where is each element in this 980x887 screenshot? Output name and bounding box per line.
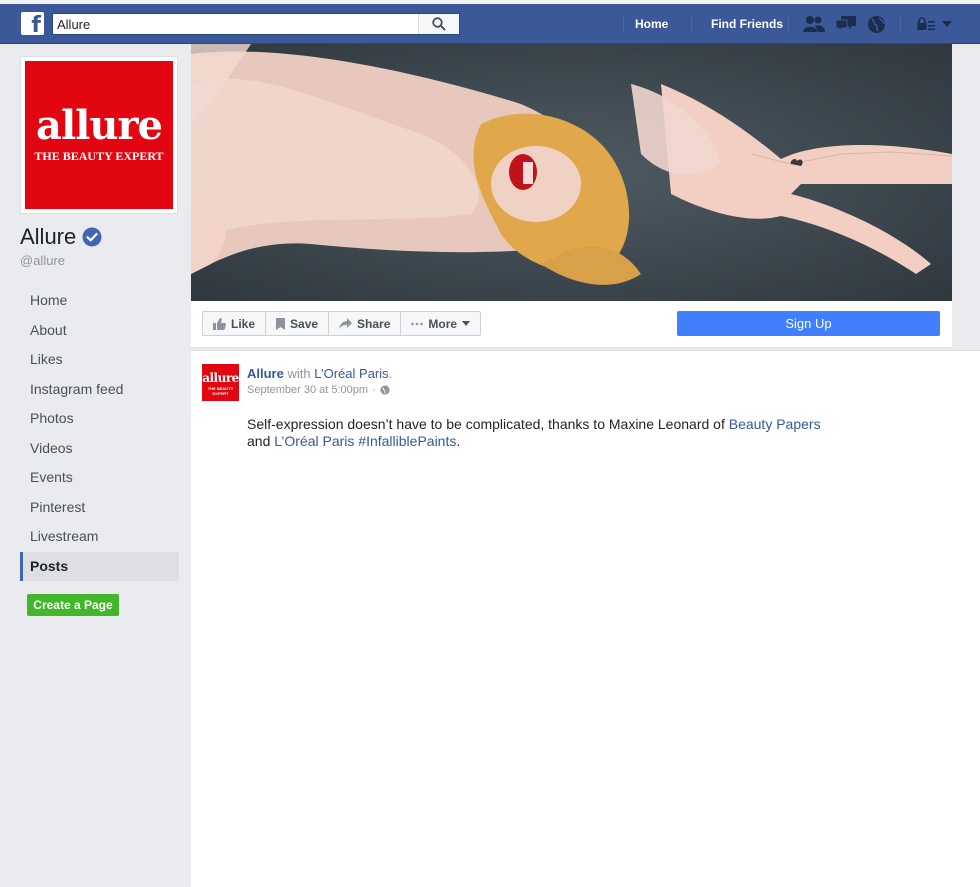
sign-up-button[interactable]: Sign Up [677, 311, 940, 336]
post-text: Self-expression doesn’t have to be compl… [247, 416, 847, 450]
page-profile-picture[interactable]: allure THE BEAUTY EXPERT [20, 56, 178, 214]
privacy-shortcuts-icon[interactable] [917, 17, 935, 31]
post-author-avatar[interactable]: allure THE BEAUTY EXPERT [202, 364, 239, 401]
public-globe-icon[interactable] [380, 385, 390, 395]
post-text-part: Self-expression doesn’t have to be compl… [247, 416, 729, 432]
top-navbar: f Home Find Friends [0, 4, 980, 44]
sidebar-item-livestream[interactable]: Livestream [20, 522, 179, 552]
sidebar-item-about[interactable]: About [20, 316, 179, 346]
friend-requests-icon[interactable] [803, 15, 825, 33]
nav-find-friends-link[interactable]: Find Friends [711, 17, 783, 31]
save-button[interactable]: Save [266, 312, 330, 335]
page-title[interactable]: Allure [20, 224, 102, 250]
post-author-link[interactable]: Allure [247, 366, 284, 381]
post-with-text: with [287, 366, 311, 381]
thumbs-up-icon [213, 317, 226, 330]
sidebar-item-pinterest[interactable]: Pinterest [20, 493, 179, 523]
sidebar-item-posts[interactable]: Posts [20, 551, 179, 581]
page-action-buttons: Like Save Share More [202, 311, 482, 336]
more-button-label: More [428, 316, 458, 331]
post-link-loreal-paris[interactable]: L’Oréal Paris [274, 433, 354, 449]
allure-logo-tagline: THE BEAUTY EXPERT [34, 149, 164, 163]
post-header-period: . [388, 366, 393, 381]
share-arrow-icon [339, 318, 353, 329]
posts-feed: allure THE BEAUTY EXPERT Allure with L’O… [191, 350, 980, 887]
like-button[interactable]: Like [203, 312, 267, 335]
like-button-label: Like [231, 316, 256, 331]
cover-photo[interactable] [191, 44, 952, 301]
sidebar-item-home[interactable]: Home [20, 286, 179, 316]
facebook-logo-icon[interactable]: f [21, 12, 44, 35]
messages-icon[interactable] [835, 15, 857, 33]
save-button-label: Save [290, 316, 319, 331]
bookmark-icon [276, 317, 286, 330]
nav-separator [691, 16, 692, 32]
page-action-bar: Like Save Share More Sign Up [191, 301, 952, 348]
page-handle[interactable]: @allure [20, 253, 65, 268]
post-text-part: and [247, 433, 275, 449]
nav-separator [900, 16, 901, 32]
post-meta: September 30 at 5:00pm · [247, 384, 390, 396]
post-header: Allure with L’Oréal Paris. [247, 366, 392, 381]
search-input[interactable] [57, 16, 417, 32]
account-menu-caret-icon[interactable] [942, 21, 952, 27]
page-title-text: Allure [20, 224, 77, 249]
avatar-logo-tagline: THE BEAUTY EXPERT [207, 386, 234, 396]
verified-badge-icon [82, 227, 102, 247]
create-page-button[interactable]: Create a Page [27, 594, 119, 616]
share-button-label: Share [357, 316, 391, 331]
sidebar-item-videos[interactable]: Videos [20, 434, 179, 464]
meta-separator: · [372, 384, 376, 396]
post-hashtag-link[interactable]: #InfalliblePaints [358, 433, 456, 449]
nav-separator [788, 16, 789, 32]
more-dots-icon [411, 322, 424, 325]
left-column: allure THE BEAUTY EXPERT Allure @allure … [0, 44, 190, 887]
allure-logo: allure THE BEAUTY EXPERT [25, 61, 173, 209]
allure-logo-word: allure [36, 102, 163, 149]
post-text-period: . [456, 433, 461, 449]
search-box [52, 13, 460, 35]
sidebar-item-instagram-feed[interactable]: Instagram feed [20, 375, 179, 405]
more-button[interactable]: More [401, 312, 480, 335]
share-button[interactable]: Share [329, 312, 402, 335]
sidebar-item-photos[interactable]: Photos [20, 404, 179, 434]
search-icon [432, 17, 446, 31]
notifications-globe-icon[interactable] [867, 15, 886, 34]
page-sidebar-nav: Home About Likes Instagram feed Photos V… [20, 286, 179, 581]
post-tagged-page-link[interactable]: L’Oréal Paris [314, 366, 388, 381]
search-button[interactable] [418, 14, 459, 34]
cover-photo-image [191, 44, 952, 301]
nav-home-link[interactable]: Home [635, 17, 668, 31]
sidebar-item-likes[interactable]: Likes [20, 345, 179, 375]
chevron-down-icon [462, 321, 471, 326]
nav-separator [623, 16, 624, 32]
post-link-beauty-papers[interactable]: Beauty Papers [729, 416, 821, 432]
sidebar-item-events[interactable]: Events [20, 463, 179, 493]
post-timestamp[interactable]: September 30 at 5:00pm [247, 384, 368, 396]
avatar-logo-word: allure [202, 371, 239, 385]
